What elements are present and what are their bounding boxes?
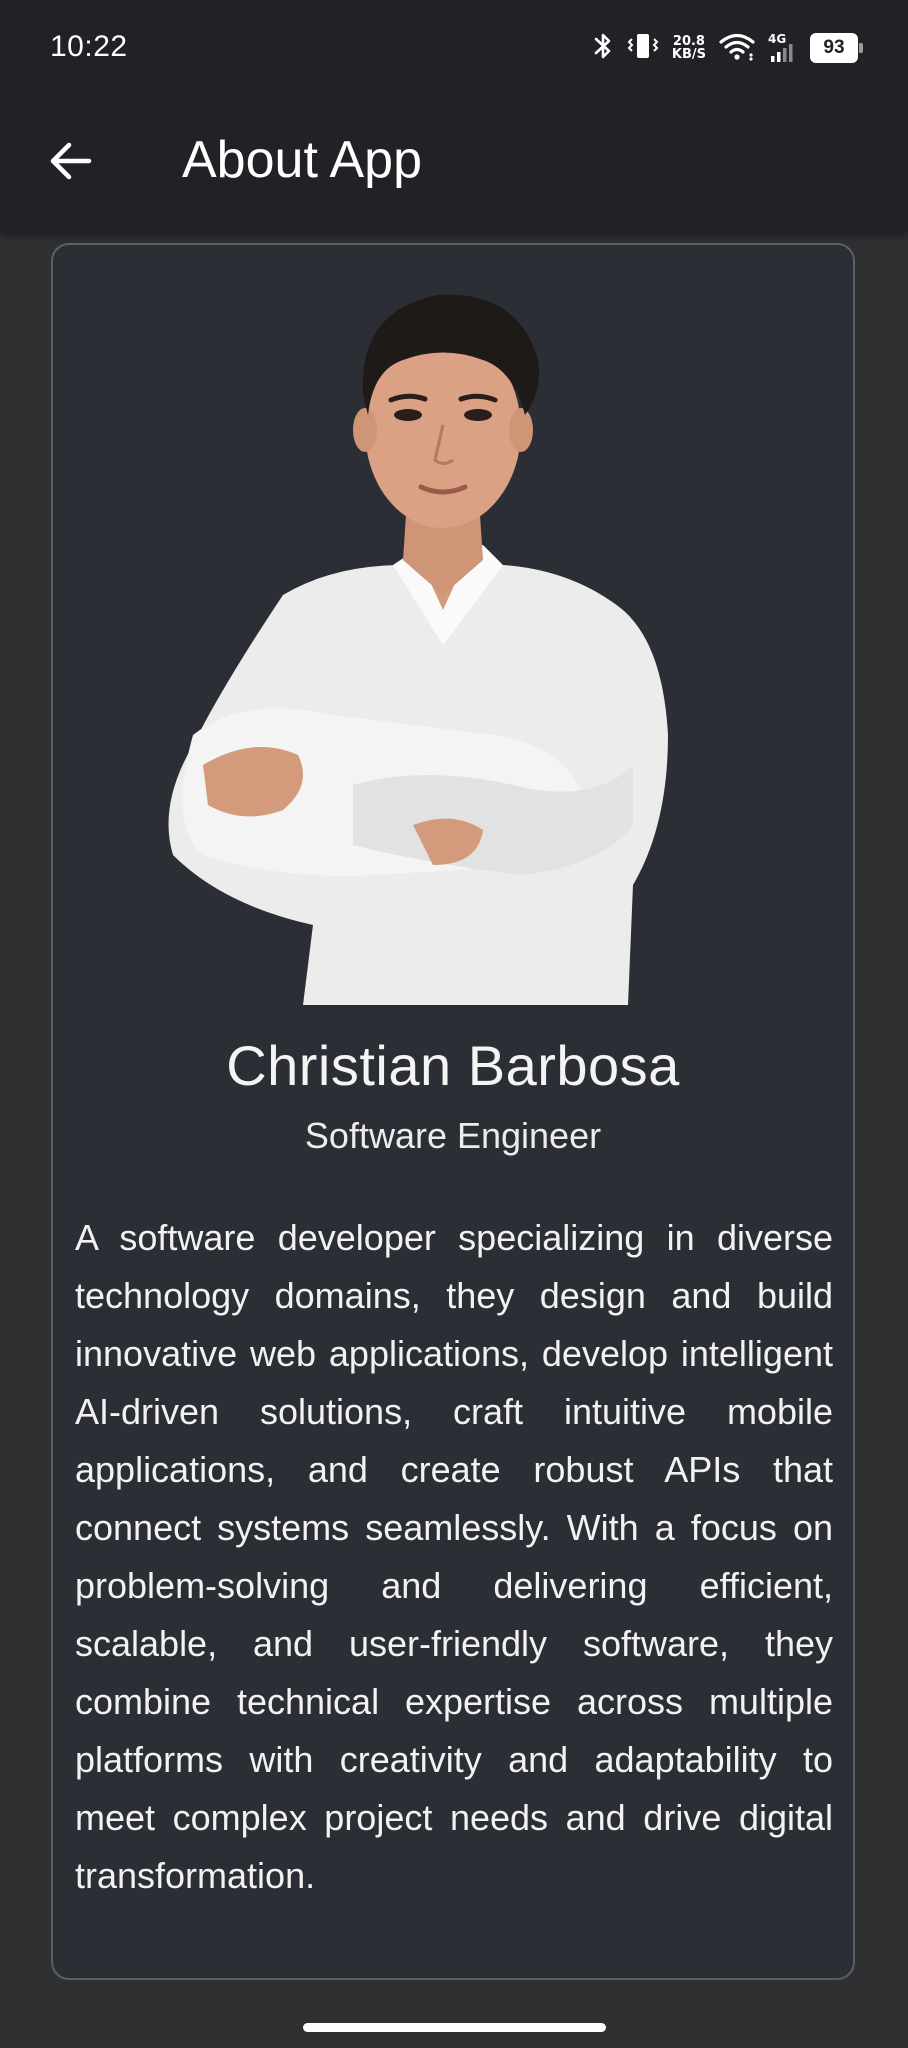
- home-indicator[interactable]: [303, 2023, 606, 2032]
- bluetooth-icon: [592, 31, 614, 66]
- network-speed-unit: KB/S: [671, 47, 706, 62]
- battery-icon: 93: [810, 33, 863, 63]
- cellular-signal-icon: 4G: [768, 32, 798, 64]
- app-bar: About App: [0, 100, 908, 232]
- profile-role: Software Engineer: [304, 1115, 602, 1156]
- status-icons: 20.8 KB/S 4G 93: [592, 28, 863, 68]
- network-speed: 20.8 KB/S: [672, 35, 706, 61]
- profile-card: Christian Barbosa Software Engineer A so…: [51, 243, 855, 1980]
- battery-level: 93: [823, 37, 845, 58]
- profile-name: Christian Barbosa: [226, 1034, 680, 1097]
- vibrate-icon: [626, 31, 660, 66]
- status-bar: 10:22 20.8 KB/S 4G 93: [0, 0, 908, 100]
- profile-bio: A software developer specializing in div…: [75, 1217, 833, 1896]
- profile-portrait: [168, 294, 668, 1005]
- page-title: About App: [182, 131, 422, 189]
- status-time: 10:22: [50, 30, 128, 63]
- back-button[interactable]: [40, 130, 102, 192]
- wifi-icon: [718, 31, 756, 66]
- arrow-left-icon: [50, 142, 92, 180]
